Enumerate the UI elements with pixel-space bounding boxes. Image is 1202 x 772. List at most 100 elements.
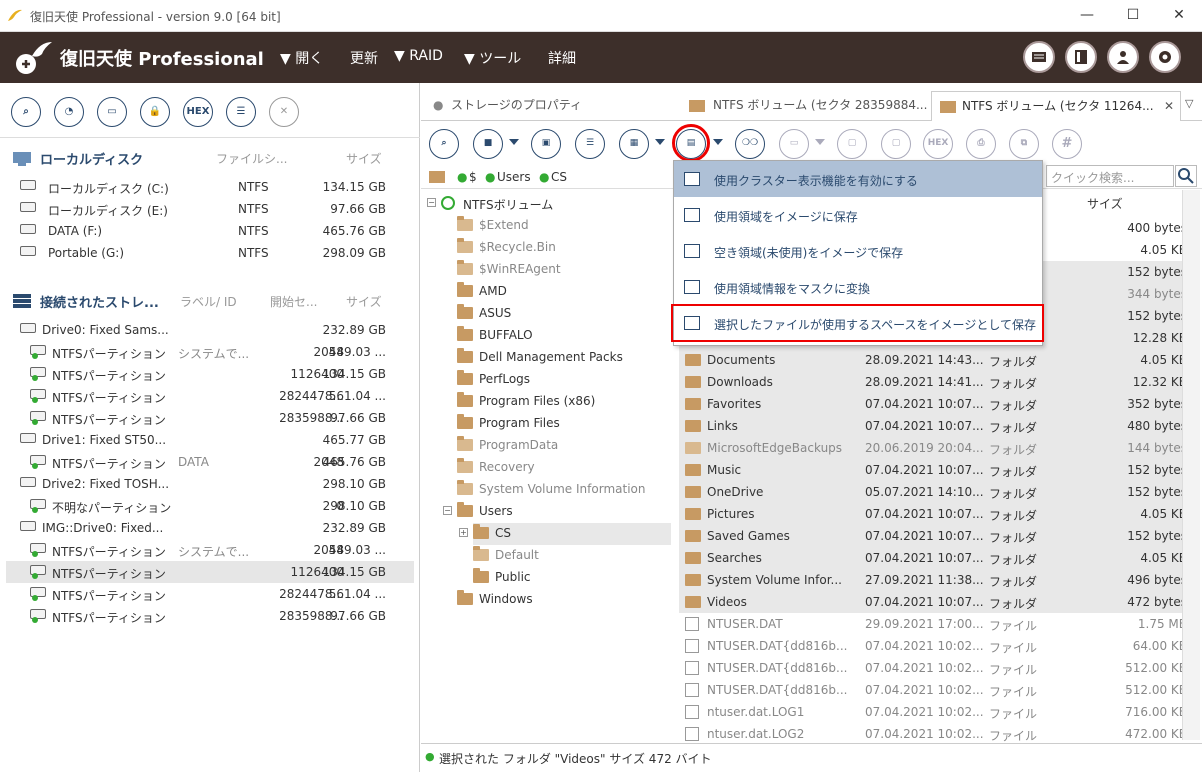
menu-save-free-space-image[interactable]: 空き領域(未使用)をイメージで保存 [674, 233, 1042, 269]
messages-button[interactable] [1023, 41, 1055, 73]
list-button[interactable]: ☰ [226, 97, 256, 127]
menu-refresh[interactable]: 更新 [350, 48, 378, 68]
local-disk-item[interactable]: DATA (F:) NTFS 465.76 GB [6, 220, 414, 242]
file-row[interactable]: ntuser.dat.LOG1 07.04.2021 10:02... ファイル… [679, 701, 1195, 723]
tree-node[interactable]: Dell Management Packs [457, 347, 671, 369]
account-button[interactable] [1107, 41, 1139, 73]
menu-convert-to-mask[interactable]: 使用領域情報をマスクに変換 [674, 269, 1042, 305]
file-row[interactable]: Links 07.04.2021 10:07... フォルダ 480 bytes [679, 415, 1195, 437]
tree-node[interactable]: Users [457, 501, 671, 523]
breadcrumb-users[interactable]: Users [497, 170, 531, 184]
partition-item[interactable]: NTFSパーティション 2824478... 561.04 ... [6, 583, 414, 605]
close-window-button[interactable]: ✕ [1156, 0, 1202, 32]
cluster-dropdown-icon[interactable] [713, 139, 723, 145]
view-button[interactable]: ▦ [619, 129, 649, 159]
hex-button[interactable]: HEX [183, 97, 213, 127]
file-row[interactable]: Videos 07.04.2021 10:07... フォルダ 472 byte… [679, 591, 1195, 613]
find-button[interactable]: ⌕ [429, 129, 459, 159]
file-list-scrollbar[interactable] [1182, 190, 1200, 740]
tree-node[interactable]: Public [473, 567, 671, 589]
save-button[interactable]: ■ [473, 129, 503, 159]
preview-dropdown-icon[interactable] [815, 139, 825, 145]
tree-node[interactable]: BUFFALO [457, 325, 671, 347]
hash-button[interactable]: # [1052, 129, 1082, 159]
save-dropdown-icon[interactable] [509, 139, 519, 145]
drive-item[interactable]: Drive1: Fixed ST50... 465.77 GB [6, 429, 414, 451]
partition-item[interactable]: NTFSパーティション 1126400 134.15 GB [6, 561, 414, 583]
tab-ntfs-volume-1[interactable]: NTFS ボリューム (セクタ 28359884... [683, 91, 931, 121]
partition-item[interactable]: NTFSパーティション 2835988... 97.66 GB [6, 605, 414, 627]
local-disk-item[interactable]: ローカルディスク (E:) NTFS 97.66 GB [6, 198, 414, 220]
scan-button[interactable]: ◔ [54, 97, 84, 127]
file-save-button[interactable]: ▢ [881, 129, 911, 159]
file-row[interactable]: Pictures 07.04.2021 10:07... フォルダ 4.05 K… [679, 503, 1195, 525]
file-row[interactable]: Saved Games 07.04.2021 10:07... フォルダ 152… [679, 525, 1195, 547]
tree-node[interactable]: CS [473, 523, 671, 545]
menu-tools[interactable]: ▼ ツール [464, 48, 521, 68]
image-button[interactable]: ▭ [97, 97, 127, 127]
local-disk-item[interactable]: ローカルディスク (C:) NTFS 134.15 GB [6, 176, 414, 198]
file-settings-button[interactable]: ▢ [837, 129, 867, 159]
tree-node[interactable]: Windows [457, 589, 671, 611]
menu-details[interactable]: 詳細 [548, 48, 576, 68]
tree-node[interactable]: ASUS [457, 303, 671, 325]
tree-node[interactable]: ProgramData [457, 435, 671, 457]
local-disk-item[interactable]: Portable (G:) NTFS 298.09 GB [6, 242, 414, 264]
close-button[interactable]: ✕ [269, 97, 299, 127]
hex-view-button[interactable]: HEX [923, 129, 953, 159]
tree-node[interactable]: $Recycle.Bin [457, 237, 671, 259]
file-row[interactable]: NTUSER.DAT{dd816b... 07.04.2021 10:02...… [679, 657, 1195, 679]
file-row[interactable]: OneDrive 05.07.2021 14:10... フォルダ 152 by… [679, 481, 1195, 503]
tree-node[interactable]: $Extend [457, 215, 671, 237]
view-dropdown-icon[interactable] [655, 139, 665, 145]
maximize-button[interactable]: ☐ [1110, 0, 1156, 32]
file-row[interactable]: System Volume Infor... 27.09.2021 11:38.… [679, 569, 1195, 591]
tree-node[interactable]: Program Files (x86) [457, 391, 671, 413]
search-submit-button[interactable] [1175, 165, 1197, 187]
tree-expander-icon[interactable]: − [427, 198, 436, 207]
partition-item[interactable]: NTFSパーティション システムで... 2048 549.03 ... [6, 341, 414, 363]
tree-node[interactable]: $WinREAgent [457, 259, 671, 281]
tree-node[interactable]: System Volume Information [457, 479, 671, 501]
file-row[interactable]: Searches 07.04.2021 10:07... フォルダ 4.05 K… [679, 547, 1195, 569]
file-row[interactable]: Documents 28.09.2021 14:43... フォルダ 4.05 … [679, 349, 1195, 371]
tab-close-icon[interactable]: ✕ [1164, 92, 1174, 120]
drive-item[interactable]: Drive0: Fixed Sams... 232.89 GB [6, 319, 414, 341]
tree-node[interactable]: Program Files [457, 413, 671, 435]
file-row[interactable]: NTUSER.DAT 29.09.2021 17:00... ファイル 1.75… [679, 613, 1195, 635]
partition-item[interactable]: NTFSパーティション DATA 2048 465.76 GB [6, 451, 414, 473]
lock-button[interactable]: 🔒 [140, 97, 170, 127]
file-row[interactable]: Music 07.04.2021 10:07... フォルダ 152 bytes [679, 459, 1195, 481]
menu-enable-cluster-view[interactable]: 使用クラスター表示機能を有効にする [674, 161, 1042, 197]
checklist-button[interactable]: ☰ [575, 129, 605, 159]
partition-item[interactable]: NTFSパーティション システムで... 2048 549.03 ... [6, 539, 414, 561]
minimize-button[interactable]: — [1064, 0, 1110, 32]
preview-button[interactable]: ▭ [779, 129, 809, 159]
quick-search-input[interactable]: クイック検索... [1046, 165, 1174, 187]
breadcrumb-cs[interactable]: CS [551, 170, 567, 184]
partition-item[interactable]: NTFSパーティション 2835988... 97.66 GB [6, 407, 414, 429]
tree-node[interactable]: NTFSボリューム [441, 193, 671, 215]
breadcrumb-dollar[interactable]: $ [469, 170, 477, 184]
menu-save-used-space-image[interactable]: 使用領域をイメージに保存 [674, 197, 1042, 233]
partition-item[interactable]: 不明なパーティション 0 298.10 GB [6, 495, 414, 517]
print-button[interactable]: ⎙ [966, 129, 996, 159]
file-row[interactable]: MicrosoftEdgeBackups 20.06.2019 20:04...… [679, 437, 1195, 459]
partition-item[interactable]: NTFSパーティション 1126400 134.15 GB [6, 363, 414, 385]
settings-button[interactable] [1149, 41, 1181, 73]
search-button[interactable]: ⌕ [11, 97, 41, 127]
drive-item[interactable]: Drive2: Fixed TOSH... 298.10 GB [6, 473, 414, 495]
file-row[interactable]: Downloads 28.09.2021 14:41... フォルダ 12.32… [679, 371, 1195, 393]
file-row[interactable]: Favorites 07.04.2021 10:07... フォルダ 352 b… [679, 393, 1195, 415]
tree-expander-icon[interactable]: − [443, 506, 452, 515]
col-size-header[interactable]: サイズ [1087, 195, 1123, 212]
file-row[interactable]: NTUSER.DAT{dd816b... 07.04.2021 10:02...… [679, 635, 1195, 657]
file-row[interactable]: NTUSER.DAT{dd816b... 07.04.2021 10:02...… [679, 679, 1195, 701]
tree-node[interactable]: Recovery [457, 457, 671, 479]
tab-storage-properties[interactable]: ● ストレージのプロパティ [421, 91, 681, 121]
tree-node[interactable]: AMD [457, 281, 671, 303]
tree-expander-icon[interactable]: + [459, 528, 468, 537]
binoculars-button[interactable]: ❍❍ [735, 129, 765, 159]
file-row[interactable]: ntuser.dat.LOG2 07.04.2021 10:02... ファイル… [679, 723, 1195, 745]
save-settings-button[interactable]: ▣ [531, 129, 561, 159]
